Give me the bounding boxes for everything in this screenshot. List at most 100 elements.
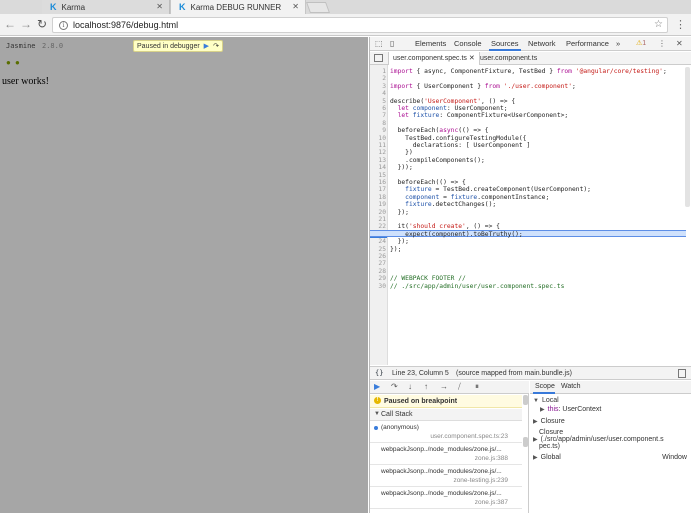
file-tab-spec[interactable]: user.component.spec.ts ✕ <box>388 52 480 65</box>
line-number[interactable]: 13 <box>370 157 386 164</box>
line-number[interactable]: 17 <box>370 186 386 193</box>
line-number[interactable]: 10 <box>370 135 386 142</box>
call-stack-frame[interactable]: (anonymous) user.component.spec.ts:23 <box>370 422 522 443</box>
line-number[interactable]: 26 <box>370 253 386 260</box>
line-number[interactable]: 18 <box>370 194 386 201</box>
step-into-icon[interactable]: ↓ <box>408 382 412 391</box>
step-icon[interactable]: → <box>440 382 448 391</box>
deactivate-breakpoints-icon[interactable]: ⧸ <box>458 382 461 392</box>
reload-icon[interactable]: ↻ <box>35 17 49 31</box>
warning-count-badge[interactable]: ⚠1 <box>636 39 646 47</box>
pretty-print-button[interactable]: {} <box>375 369 383 377</box>
line-number[interactable]: 21 <box>370 216 386 223</box>
call-stack-frame[interactable]: webpackJsonp../node_modules/zone.js/... z… <box>370 488 522 509</box>
inspect-element-icon[interactable]: ⬚ <box>375 39 383 48</box>
bookmark-star-icon[interactable]: ☆ <box>654 19 663 30</box>
toggle-debugger-sidebar-icon[interactable] <box>678 369 686 378</box>
close-devtools-icon[interactable]: ✕ <box>676 39 683 48</box>
line-number[interactable]: 11 <box>370 142 386 149</box>
line-number-gutter[interactable]: 1234567891011121314151617181920212223242… <box>370 65 388 365</box>
scope-closure-label: Closure <box>539 429 564 436</box>
line-number[interactable]: 6 <box>370 105 386 112</box>
pause-on-exceptions-icon[interactable]: ⏸ <box>475 382 479 392</box>
close-tab-icon[interactable]: ✕ <box>156 2 163 11</box>
karma-icon: K <box>50 2 57 12</box>
editor-scrollbar[interactable] <box>685 67 690 207</box>
devtools-tab-bar: ⬚ ▯ Elements Console Sources Network Per… <box>370 37 691 51</box>
line-number[interactable]: 28 <box>370 268 386 275</box>
scope-property-this[interactable]: ▶ this: UserContext <box>540 406 601 413</box>
call-stack-frame[interactable]: webpackJsonp../node_modules/zone.js/... z… <box>370 444 522 465</box>
close-tab-icon[interactable]: ✕ <box>292 2 299 11</box>
browser-menu-icon[interactable]: ⋮ <box>675 18 686 31</box>
forward-icon[interactable]: → <box>19 17 33 31</box>
devtools-menu-icon[interactable]: ⋮ <box>658 39 666 48</box>
scope-closure-path[interactable]: ▶ (./src/app/admin/user/user.component.s <box>533 436 664 443</box>
info-icon[interactable]: i <box>59 20 68 30</box>
scope-local[interactable]: ▼ Local <box>533 397 559 404</box>
line-number[interactable]: 1 <box>370 68 386 75</box>
back-icon[interactable]: ← <box>3 17 17 31</box>
code-line: // ./src/app/admin/user/user.component.s… <box>390 282 565 290</box>
code-line: import { async, ComponentFixture, TestBe… <box>390 68 667 75</box>
tab-elements[interactable]: Elements <box>415 39 446 48</box>
toggle-navigator-icon[interactable] <box>374 54 383 62</box>
cursor-position: Line 23, Column 5 <box>392 370 449 377</box>
new-tab-button[interactable] <box>305 2 331 13</box>
call-stack-frame[interactable]: webpackJsonp../node_modules/zone.js/... z… <box>370 466 522 487</box>
close-file-icon[interactable]: ✕ <box>469 55 475 62</box>
line-number[interactable]: 2 <box>370 75 386 82</box>
line-number[interactable]: 30 <box>370 283 386 290</box>
address-bar[interactable]: i localhost:9876/debug.html ☆ <box>52 17 668 33</box>
line-number[interactable]: 8 <box>370 120 386 127</box>
tab-performance[interactable]: Performance <box>566 39 609 48</box>
line-number[interactable]: 5 <box>370 98 386 105</box>
paused-in-debugger-overlay: Paused in debugger ▶︎ ↷ <box>133 40 223 52</box>
browser-tab-debug-runner[interactable]: K Karma DEBUG RUNNER ✕ <box>170 0 306 14</box>
tab-scope[interactable]: Scope <box>535 383 555 390</box>
line-number[interactable]: 7 <box>370 112 386 119</box>
step-over-icon[interactable]: ↷ <box>391 382 398 391</box>
call-stack-header[interactable]: ▼ Call Stack <box>370 409 522 421</box>
tab-sources[interactable]: Sources <box>491 39 519 48</box>
collapsed-triangle-icon: ▶ <box>540 407 545 413</box>
browser-tab-karma[interactable]: K Karma ✕ <box>42 0 170 14</box>
line-number[interactable]: 25 <box>370 246 386 253</box>
scope-closure[interactable]: ▶ Closure <box>533 418 565 425</box>
file-tab-component[interactable]: user.component.ts <box>476 52 541 65</box>
line-number[interactable]: 15 <box>370 172 386 179</box>
code-line: fixture.detectChanges(); <box>405 201 497 209</box>
line-number[interactable]: 16 <box>370 179 386 186</box>
step-over-icon[interactable]: ↷ <box>213 42 219 50</box>
line-number[interactable]: 4 <box>370 90 386 97</box>
tab-watch[interactable]: Watch <box>561 383 581 390</box>
frame-location: zone-testing.js:239 <box>453 477 508 484</box>
line-number[interactable]: 3 <box>370 83 386 90</box>
sidebar-scrollbar[interactable] <box>523 395 528 405</box>
more-tabs-icon[interactable]: » <box>616 39 620 48</box>
warning-count: 1 <box>642 40 647 47</box>
scope-tab-bar: Scope Watch <box>530 381 691 394</box>
line-number[interactable]: 9 <box>370 127 386 134</box>
karma-icon: K <box>179 2 186 12</box>
source-map-link[interactable]: (source mapped from main.bundle.js) <box>456 370 572 377</box>
line-number[interactable]: 29 <box>370 275 386 282</box>
line-number[interactable]: 20 <box>370 209 386 216</box>
line-number[interactable]: 19 <box>370 201 386 208</box>
device-toolbar-icon[interactable]: ▯ <box>390 39 394 48</box>
line-number[interactable]: 24 <box>370 238 386 245</box>
scope-global[interactable]: ▶ Global <box>533 454 561 461</box>
resume-icon[interactable]: ▶︎ <box>374 382 380 391</box>
line-number[interactable]: 12 <box>370 149 386 156</box>
app-content-text: user works! <box>2 76 49 87</box>
line-number[interactable]: 27 <box>370 260 386 267</box>
resume-icon[interactable]: ▶︎ <box>204 42 209 50</box>
frame-location: zone.js:388 <box>474 455 508 462</box>
tab-console[interactable]: Console <box>454 39 482 48</box>
step-out-icon[interactable]: ↑ <box>424 382 428 391</box>
tab-network[interactable]: Network <box>528 39 556 48</box>
line-number[interactable]: 14 <box>370 164 386 171</box>
frame-location: user.component.spec.ts:23 <box>430 433 508 440</box>
code-editor[interactable]: 1234567891011121314151617181920212223242… <box>370 65 691 365</box>
call-stack-scrollbar[interactable] <box>523 437 528 447</box>
